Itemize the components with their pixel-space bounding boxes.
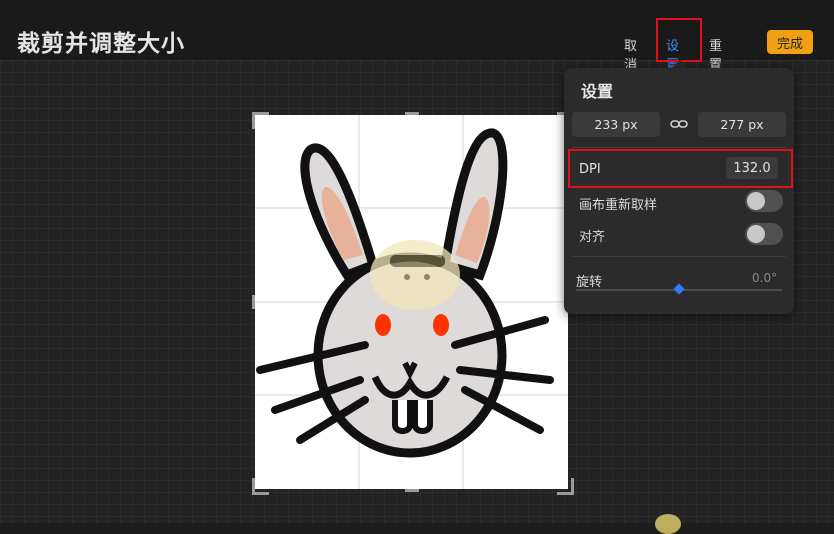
page-title: 裁剪并调整大小 (17, 31, 185, 57)
crop-handle-bottom-right[interactable] (557, 478, 574, 495)
crop-handle-top-left[interactable] (252, 112, 269, 129)
snap-label: 对齐 (579, 230, 606, 245)
toggle-knob (747, 192, 765, 210)
height-field[interactable]: 277 px (698, 112, 786, 137)
snap-toggle[interactable] (745, 223, 783, 245)
rotation-label: 旋转 (576, 275, 603, 290)
rabbit-drawing (255, 115, 568, 489)
crop-handle-bottom[interactable] (405, 489, 419, 492)
crop-handle-bottom-left[interactable] (252, 478, 269, 495)
divider (572, 147, 786, 148)
resample-label: 画布重新取样 (579, 198, 658, 213)
dpi-highlight-box (568, 149, 793, 188)
rotation-value: 0.0° (752, 271, 778, 285)
toggle-knob (747, 225, 765, 243)
resample-toggle[interactable] (745, 190, 783, 212)
settings-highlight-box (656, 18, 702, 62)
width-field[interactable]: 233 px (572, 112, 660, 137)
link-icon[interactable] (670, 117, 688, 131)
done-button[interactable]: 完成 (767, 30, 813, 54)
settings-panel: 设置 233 px 277 px DPI 132.0 画布重新取样 对齐 旋转 … (564, 68, 794, 314)
panel-title: 设置 (581, 82, 614, 101)
crop-handle-left[interactable] (252, 295, 255, 309)
crop-canvas[interactable] (255, 115, 568, 489)
floating-sticker (655, 514, 681, 534)
crop-handle-top[interactable] (405, 112, 419, 115)
divider (572, 256, 786, 257)
rotation-slider-thumb[interactable] (673, 283, 685, 295)
